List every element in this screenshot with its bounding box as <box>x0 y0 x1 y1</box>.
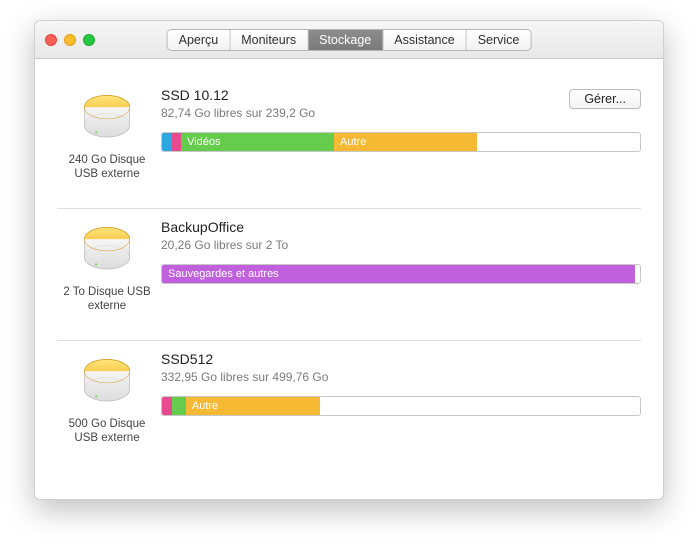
storage-segment <box>172 397 186 415</box>
minimize-icon[interactable] <box>64 34 76 46</box>
drive-icon <box>78 353 136 411</box>
storage-segment: Sauvegardes et autres <box>162 265 635 283</box>
drive-info: SSD512 332,95 Go libres sur 499,76 Go Autr… <box>157 351 641 416</box>
storage-segment <box>172 133 182 151</box>
storage-segment: Autre <box>334 133 477 151</box>
manage-button[interactable]: Gérer... <box>569 89 641 109</box>
external-drive-icon <box>78 221 136 279</box>
about-this-mac-window: Aperçu Moniteurs Stockage Assistance Ser… <box>34 20 664 500</box>
drive-header: BackupOffice 20,26 Go libres sur 2 To <box>161 219 641 252</box>
drive-caption: 240 Go Disque USB externe <box>60 153 155 182</box>
drive-free-space: 82,74 Go libres sur 239,2 Go <box>161 106 315 120</box>
tab-assistance[interactable]: Assistance <box>383 30 466 50</box>
drive-info: SSD 10.12 82,74 Go libres sur 239,2 Go Gér… <box>157 87 641 152</box>
drive-row: 2 To Disque USB externe BackupOffice 20,26… <box>57 208 641 340</box>
drive-icon-column: 500 Go Disque USB externe <box>57 351 157 446</box>
storage-panel: 240 Go Disque USB externe SSD 10.12 82,74 … <box>35 59 663 499</box>
drive-header: SSD512 332,95 Go libres sur 499,76 Go <box>161 351 641 384</box>
drive-caption: 2 To Disque USB externe <box>60 285 155 314</box>
storage-segment <box>162 397 172 415</box>
tab-bar: Aperçu Moniteurs Stockage Assistance Ser… <box>167 29 532 51</box>
drive-icon-column: 2 To Disque USB externe <box>57 219 157 314</box>
drive-row: 240 Go Disque USB externe SSD 10.12 82,74 … <box>57 77 641 208</box>
storage-bar: Autre <box>161 396 641 416</box>
storage-bar: Sauvegardes et autres <box>161 264 641 284</box>
drive-name: SSD 10.12 <box>161 87 315 103</box>
drive-info: BackupOffice 20,26 Go libres sur 2 To Sauv… <box>157 219 641 284</box>
titlebar: Aperçu Moniteurs Stockage Assistance Ser… <box>35 21 663 59</box>
drive-caption: 500 Go Disque USB externe <box>60 417 155 446</box>
drive-icon <box>78 89 136 147</box>
drive-row: 500 Go Disque USB externe SSD512 332,95 Go… <box>57 340 641 472</box>
drive-icon-column: 240 Go Disque USB externe <box>57 87 157 182</box>
tab-service[interactable]: Service <box>467 30 531 50</box>
drive-name: SSD512 <box>161 351 328 367</box>
storage-segment <box>162 133 172 151</box>
close-icon[interactable] <box>45 34 57 46</box>
drive-free-space: 20,26 Go libres sur 2 To <box>161 238 288 252</box>
zoom-icon[interactable] <box>83 34 95 46</box>
tab-moniteurs[interactable]: Moniteurs <box>230 30 308 50</box>
external-drive-icon <box>78 353 136 411</box>
window-controls <box>45 34 95 46</box>
tab-stockage[interactable]: Stockage <box>308 30 383 50</box>
drive-icon <box>78 221 136 279</box>
drive-name: BackupOffice <box>161 219 288 235</box>
external-drive-icon <box>78 89 136 147</box>
storage-segment: Vidéos <box>181 133 334 151</box>
drive-free-space: 332,95 Go libres sur 499,76 Go <box>161 370 328 384</box>
storage-segment: Autre <box>186 397 320 415</box>
tab-apercu[interactable]: Aperçu <box>168 30 231 50</box>
storage-bar: VidéosAutre <box>161 132 641 152</box>
drive-header: SSD 10.12 82,74 Go libres sur 239,2 Go Gér… <box>161 87 641 120</box>
